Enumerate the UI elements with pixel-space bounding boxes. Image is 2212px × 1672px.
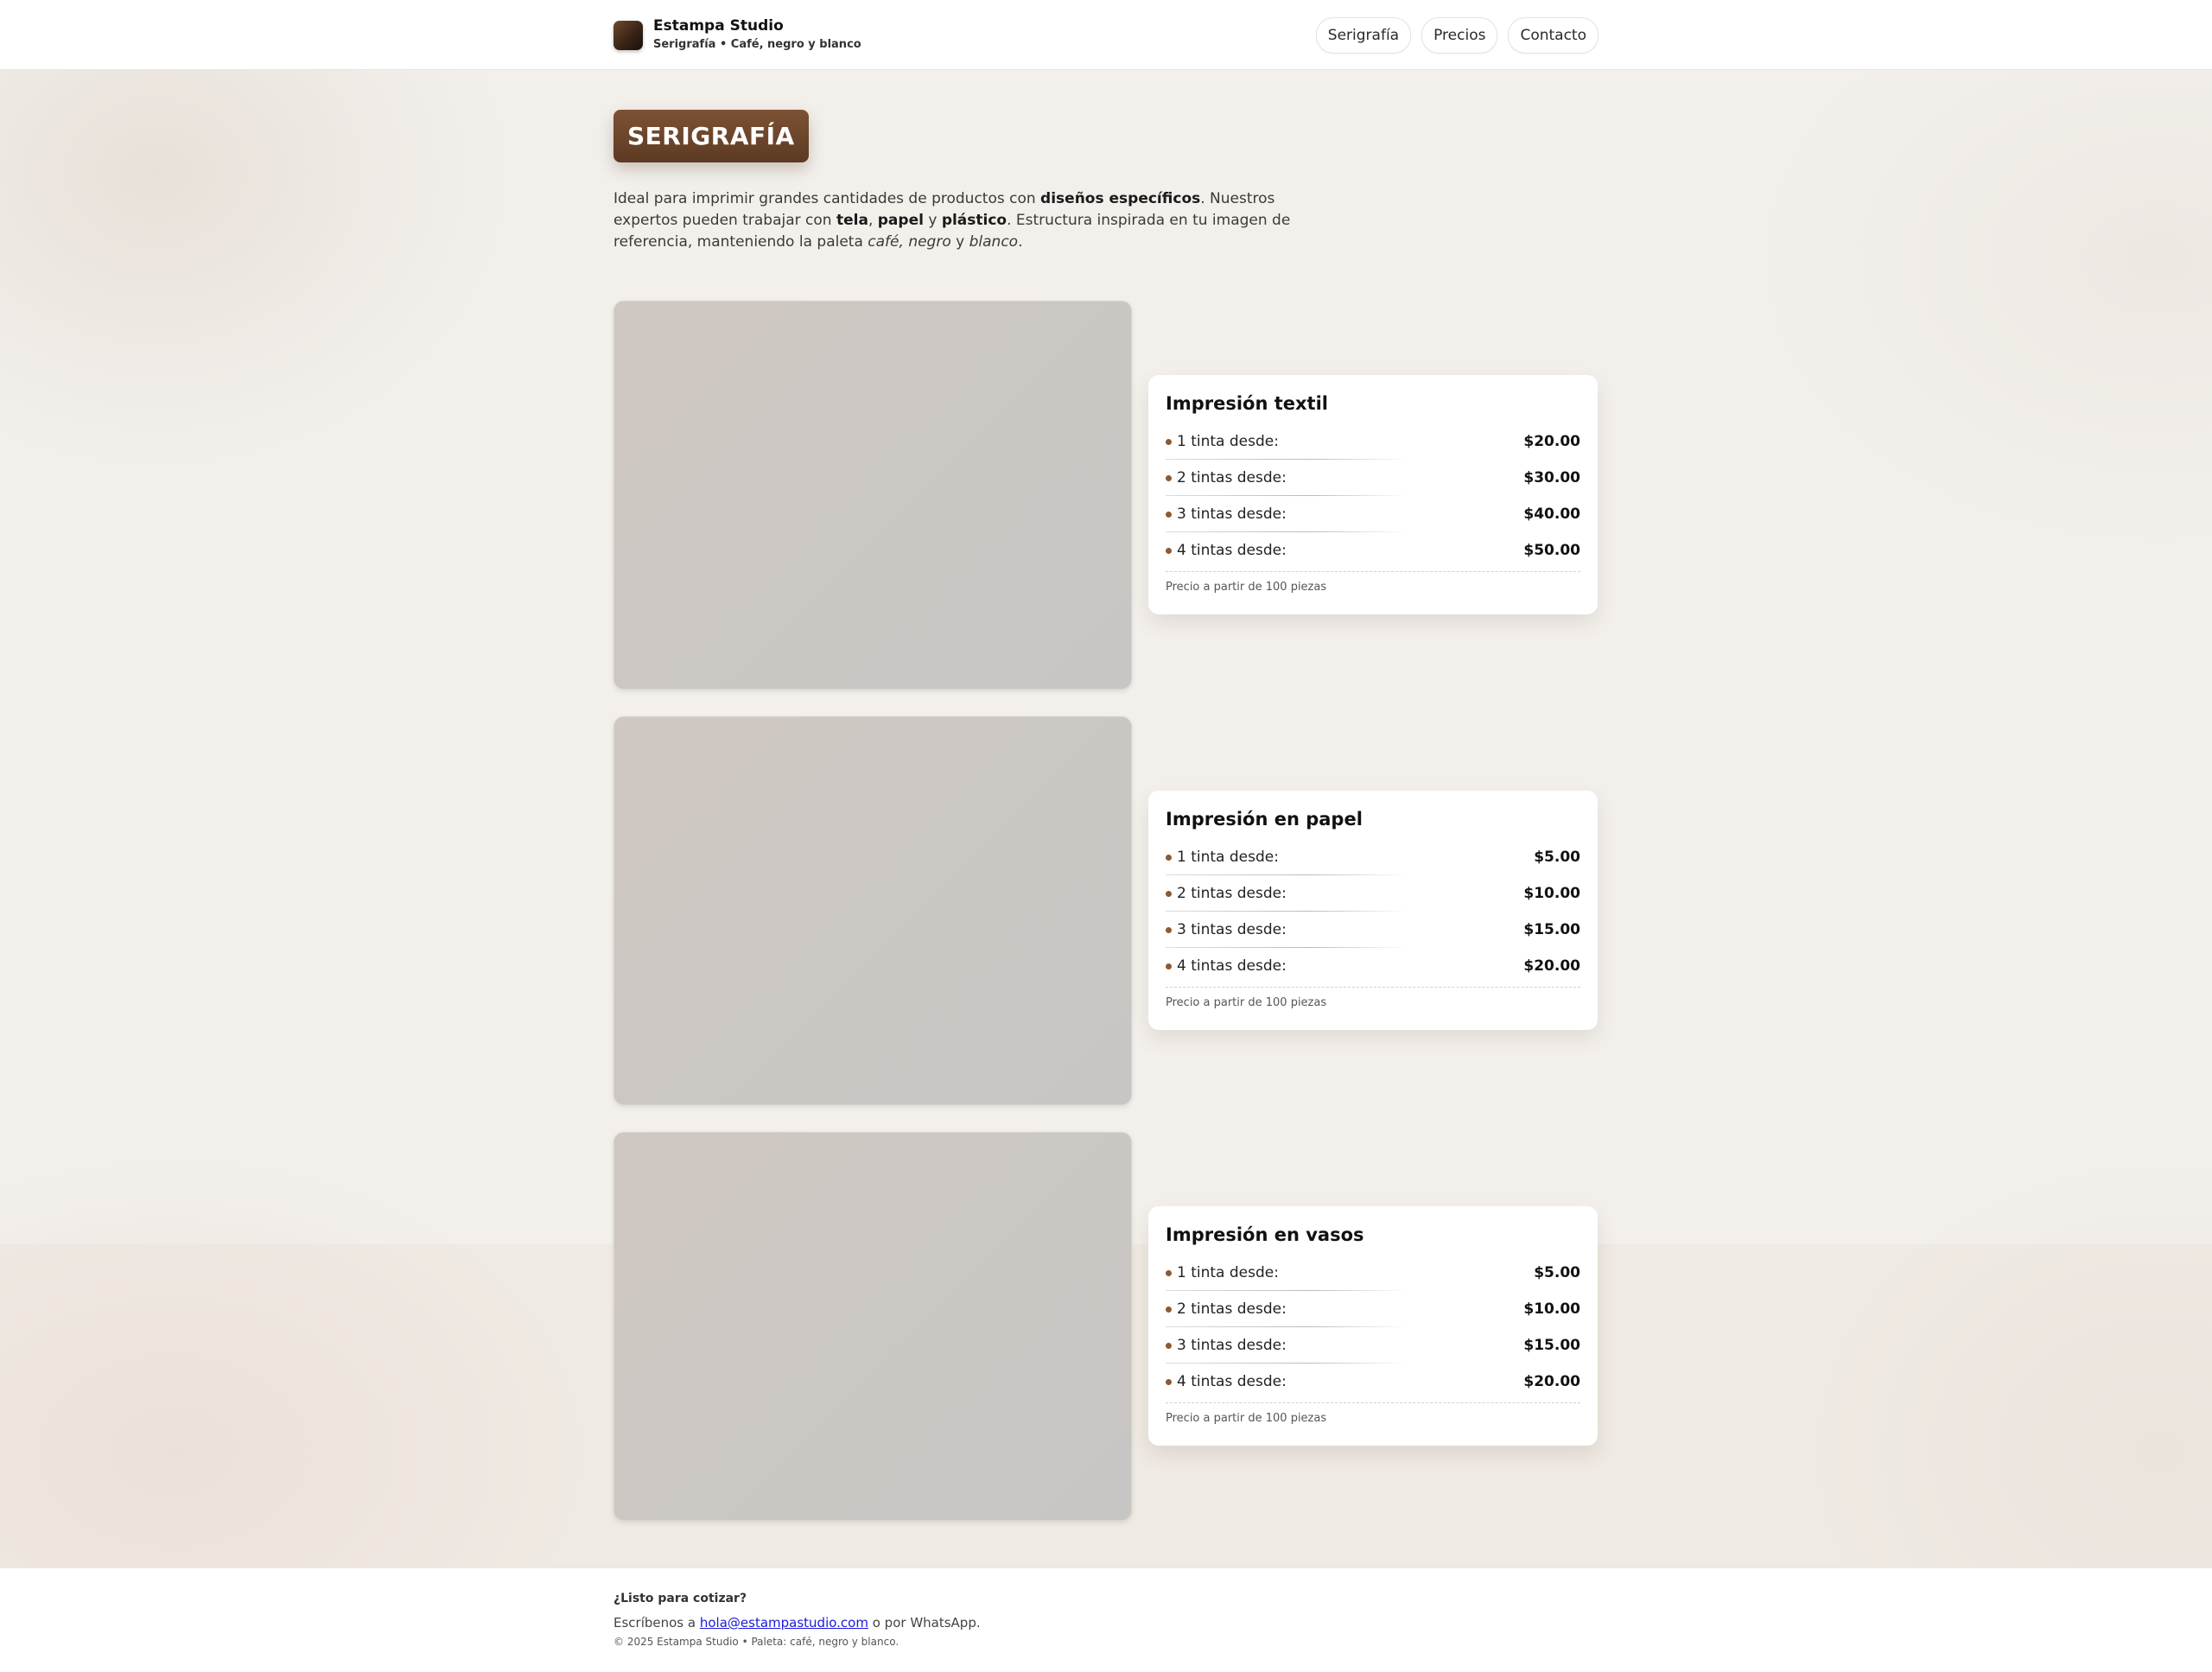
price-value: $40.00 [1523,505,1580,523]
card-title: Impresión en vasos [1166,1224,1364,1245]
brand-name: Estampa Studio [653,17,784,35]
site-footer: ¿Listo para cotizar? Escríbenos a hola@e… [0,1567,2212,1672]
price-row: 1 tinta desde: $20.00 [1166,423,1580,460]
bullet-icon [1166,474,1172,481]
bullet-icon [1166,963,1172,970]
main-nav: Serigrafía Precios Contacto [1315,17,1599,54]
price-row: 4 tintas desde: $50.00 [1166,532,1580,569]
bullet-icon [1166,1342,1172,1349]
price-value: $20.00 [1523,1373,1580,1390]
price-value: $5.00 [1534,849,1580,866]
price-label: 3 tintas desde: [1177,1337,1287,1354]
page-title-badge: SERIGRAFÍA [613,110,809,162]
bullet-icon [1166,1306,1172,1313]
brand-text: Estampa Studio Serigrafía • Café, negro … [653,16,861,54]
price-row: 3 tintas desde: $15.00 [1166,912,1580,948]
service-textil: Impresión textil 1 tinta desde: $20.00 2… [613,301,1599,690]
card-note: Precio a partir de 100 piezas [1166,1402,1580,1425]
price-label: 4 tintas desde: [1177,1373,1287,1390]
service-list: Impresión textil 1 tinta desde: $20.00 2… [613,301,1599,1521]
price-row: 2 tintas desde: $10.00 [1166,875,1580,912]
price-row: 2 tintas desde: $30.00 [1166,460,1580,496]
price-value: $50.00 [1523,542,1580,559]
bullet-icon [1166,1378,1172,1385]
service-image-placeholder [613,1132,1132,1521]
bullet-icon [1166,854,1172,861]
price-row: 1 tinta desde: $5.00 [1166,839,1580,875]
brand-tagline: Serigrafía • Café, negro y blanco [653,38,861,51]
price-value: $10.00 [1523,1300,1580,1318]
bullet-icon [1166,511,1172,518]
footer-email-link[interactable]: hola@estampastudio.com [700,1615,868,1631]
price-label: 4 tintas desde: [1177,957,1287,975]
site-header: Estampa Studio Serigrafía • Café, negro … [0,0,2212,70]
bullet-icon [1166,547,1172,554]
footer-content: ¿Listo para cotizar? Escríbenos a hola@e… [613,1589,981,1650]
price-label: 3 tintas desde: [1177,921,1287,938]
price-value: $5.00 [1534,1264,1580,1281]
price-label: 4 tintas desde: [1177,542,1287,559]
bullet-icon [1166,1269,1172,1276]
card-note: Precio a partir de 100 piezas [1166,987,1580,1009]
brand[interactable]: Estampa Studio Serigrafía • Café, negro … [613,16,861,55]
footer-copyright: © 2025 Estampa Studio • Paleta: café, ne… [613,1636,899,1648]
price-label: 3 tintas desde: [1177,505,1287,523]
service-papel: Impresión en papel 1 tinta desde: $5.00 … [613,716,1599,1105]
price-row: 2 tintas desde: $10.00 [1166,1291,1580,1327]
price-card: Impresión en papel 1 tinta desde: $5.00 … [1148,791,1598,1030]
footer-contact-line: Escríbenos a hola@estampastudio.com o po… [613,1615,981,1631]
nav-link-precios[interactable]: Precios [1421,17,1498,54]
price-value: $30.00 [1523,469,1580,486]
price-label: 1 tinta desde: [1177,849,1279,866]
bullet-icon [1166,438,1172,445]
nav-link-contacto[interactable]: Contacto [1508,17,1599,54]
price-value: $15.00 [1523,921,1580,938]
price-label: 2 tintas desde: [1177,1300,1287,1318]
price-row: 3 tintas desde: $15.00 [1166,1327,1580,1364]
price-label: 2 tintas desde: [1177,885,1287,902]
price-row: 4 tintas desde: $20.00 [1166,1364,1580,1400]
price-label: 1 tinta desde: [1177,1264,1279,1281]
price-card: Impresión textil 1 tinta desde: $20.00 2… [1148,375,1598,614]
bullet-icon [1166,890,1172,897]
price-label: 2 tintas desde: [1177,469,1287,486]
card-title: Impresión textil [1166,393,1328,414]
service-image-placeholder [613,716,1132,1105]
price-value: $20.00 [1523,957,1580,975]
intro-text: Ideal para imprimir grandes cantidades d… [613,190,1291,251]
price-row: 1 tinta desde: $5.00 [1166,1255,1580,1291]
price-card: Impresión en vasos 1 tinta desde: $5.00 … [1148,1206,1598,1446]
card-title: Impresión en papel [1166,809,1363,830]
price-value: $10.00 [1523,885,1580,902]
price-value: $20.00 [1523,433,1580,450]
card-note: Precio a partir de 100 piezas [1166,571,1580,594]
bullet-icon [1166,926,1172,933]
price-row: 4 tintas desde: $20.00 [1166,948,1580,984]
brand-logo-icon [613,21,643,50]
main-content: SERIGRAFÍA Ideal para imprimir grandes c… [613,110,1599,1548]
price-label: 1 tinta desde: [1177,433,1279,450]
price-row: 3 tintas desde: $40.00 [1166,496,1580,532]
footer-title: ¿Listo para cotizar? [613,1592,747,1605]
price-value: $15.00 [1523,1337,1580,1354]
service-vasos: Impresión en vasos 1 tinta desde: $5.00 … [613,1132,1599,1521]
nav-link-serigrafia[interactable]: Serigrafía [1315,17,1412,54]
service-image-placeholder [613,301,1132,690]
